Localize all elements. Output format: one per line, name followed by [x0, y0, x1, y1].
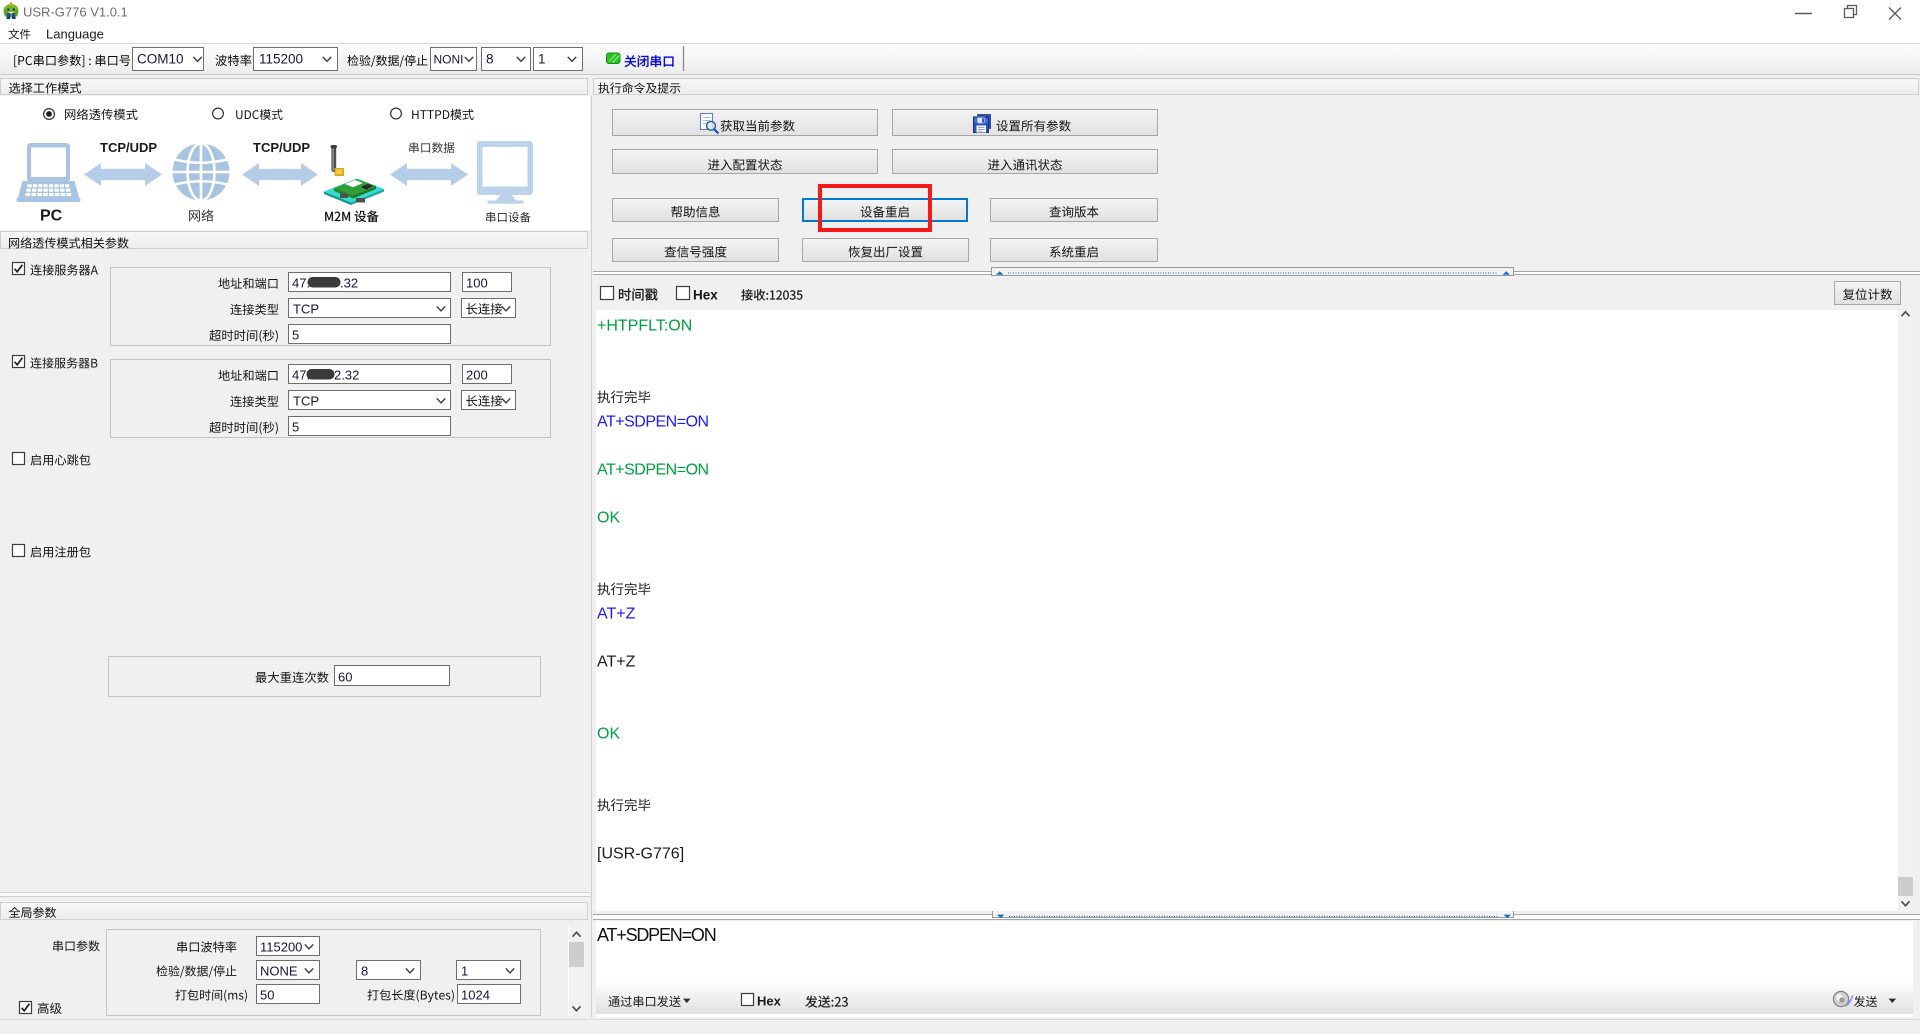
svg-text:Hex: Hex: [693, 288, 718, 303]
